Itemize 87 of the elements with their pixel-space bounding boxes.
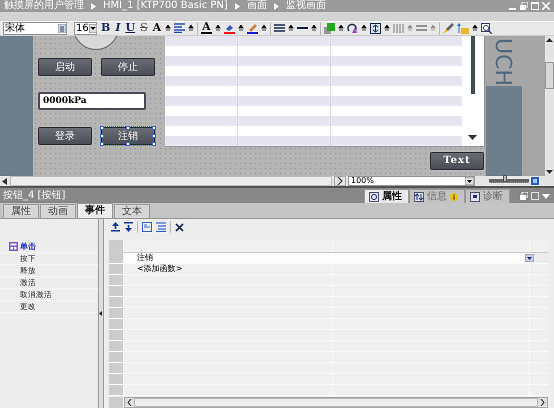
function-dropdown[interactable]: 注销 xyxy=(124,253,534,263)
restore-icon[interactable] xyxy=(520,192,528,200)
format-button[interactable]: B xyxy=(100,22,112,34)
move-down-icon[interactable] xyxy=(124,222,133,232)
list-icon[interactable] xyxy=(156,222,166,232)
collapse-arrow-icon xyxy=(99,311,102,316)
caret-icon xyxy=(430,25,436,32)
hmi-screen[interactable]: 启动 停止 登录 注销 Text 0000kPa xyxy=(33,36,485,176)
chevron-icon xyxy=(234,2,240,10)
collapse-icon[interactable] xyxy=(542,192,550,200)
search-icon[interactable] xyxy=(480,22,492,34)
font-color-button[interactable]: A xyxy=(201,22,212,34)
hmi-button[interactable]: 启动 xyxy=(38,58,92,76)
event-item[interactable]: 单击 xyxy=(0,241,98,253)
caret-icon xyxy=(472,25,478,32)
inspector-tab[interactable]: 文本 xyxy=(114,204,150,218)
scroll-thumb[interactable] xyxy=(471,36,475,94)
layer-icon[interactable] xyxy=(324,22,335,34)
line-width-icon[interactable] xyxy=(274,23,285,34)
inspector-tab[interactable]: 动画 xyxy=(40,204,76,218)
scroll-thumb[interactable] xyxy=(134,398,538,407)
caret-icon xyxy=(288,25,294,32)
add-function-item[interactable]: <添加函数> xyxy=(124,264,182,274)
order-icon[interactable] xyxy=(456,22,469,34)
info-icon xyxy=(414,192,424,202)
caret-icon xyxy=(360,25,367,32)
panel-tab[interactable]: 属性 xyxy=(364,189,409,203)
chevron-icon xyxy=(91,2,96,10)
chevron-icon xyxy=(274,2,279,10)
zoom-field[interactable]: 100% xyxy=(348,176,475,186)
down-arrow-icon xyxy=(546,170,553,174)
warning-badge-icon xyxy=(450,192,458,200)
horizontal-scrollbar[interactable] xyxy=(124,397,548,408)
hmi-button[interactable]: 登录 xyxy=(38,126,92,145)
left-arrow-icon xyxy=(2,178,7,184)
inspector-tab[interactable]: 事件 xyxy=(77,203,113,218)
down-arrow-icon[interactable] xyxy=(468,134,477,140)
caret-icon xyxy=(188,25,194,32)
distribute-icon[interactable] xyxy=(370,22,381,34)
columns-icon[interactable] xyxy=(392,22,404,34)
properties-icon xyxy=(369,192,379,202)
font-size-field[interactable]: 16 xyxy=(74,22,97,35)
hmi-button[interactable]: 停止 xyxy=(101,58,155,76)
caret-icon xyxy=(338,25,344,32)
line-color-icon[interactable] xyxy=(246,22,258,34)
device-label: UCH xyxy=(489,38,515,86)
vertical-scrollbar[interactable] xyxy=(545,36,554,176)
format-button[interactable]: S xyxy=(139,22,149,34)
format-button[interactable]: I xyxy=(114,22,122,34)
diagnostics-icon xyxy=(470,192,480,202)
script-icon xyxy=(9,242,18,251)
rows-icon[interactable] xyxy=(416,22,427,34)
move-up-icon[interactable] xyxy=(111,222,120,232)
caret-icon xyxy=(214,25,221,32)
hmi-button[interactable]: Text xyxy=(430,152,484,170)
caret-icon xyxy=(260,25,267,32)
caret-icon xyxy=(406,25,413,32)
insert-icon[interactable] xyxy=(142,222,152,232)
format-button[interactable]: A xyxy=(152,22,162,34)
caret-icon xyxy=(165,25,172,32)
caret-icon xyxy=(310,25,317,32)
close-icon[interactable] xyxy=(542,2,550,10)
restore-icon[interactable] xyxy=(520,2,528,10)
selection-handle[interactable] xyxy=(126,126,130,130)
scroll-thumb[interactable] xyxy=(545,62,554,90)
selection-handle[interactable] xyxy=(126,142,130,146)
dropdown-icon[interactable] xyxy=(525,254,534,262)
inspector-title: 按钮_4 [按钮] xyxy=(3,188,66,202)
delete-icon[interactable] xyxy=(175,222,184,232)
up-arrow-icon xyxy=(546,38,553,42)
caret-icon xyxy=(384,25,390,32)
caret-icon xyxy=(238,25,244,32)
align-icon[interactable] xyxy=(174,23,186,34)
maximize-icon[interactable] xyxy=(531,192,539,200)
rotate-icon[interactable] xyxy=(346,22,358,34)
splitter-handle[interactable] xyxy=(98,219,104,408)
font-field[interactable]: 宋体 xyxy=(3,22,67,35)
format-button[interactable]: U xyxy=(124,22,136,34)
monitor-icon[interactable] xyxy=(531,177,539,185)
brush-icon[interactable] xyxy=(442,22,454,34)
io-field[interactable]: 0000kPa xyxy=(38,92,146,110)
horizontal-scrollbar[interactable] xyxy=(0,176,332,186)
fill-color-icon[interactable] xyxy=(224,22,235,34)
hmi-button[interactable]: 注销 xyxy=(101,126,155,145)
slider-thumb[interactable] xyxy=(503,175,507,182)
list-icon xyxy=(58,24,66,33)
inspector-tab[interactable]: 属性 xyxy=(3,204,39,218)
